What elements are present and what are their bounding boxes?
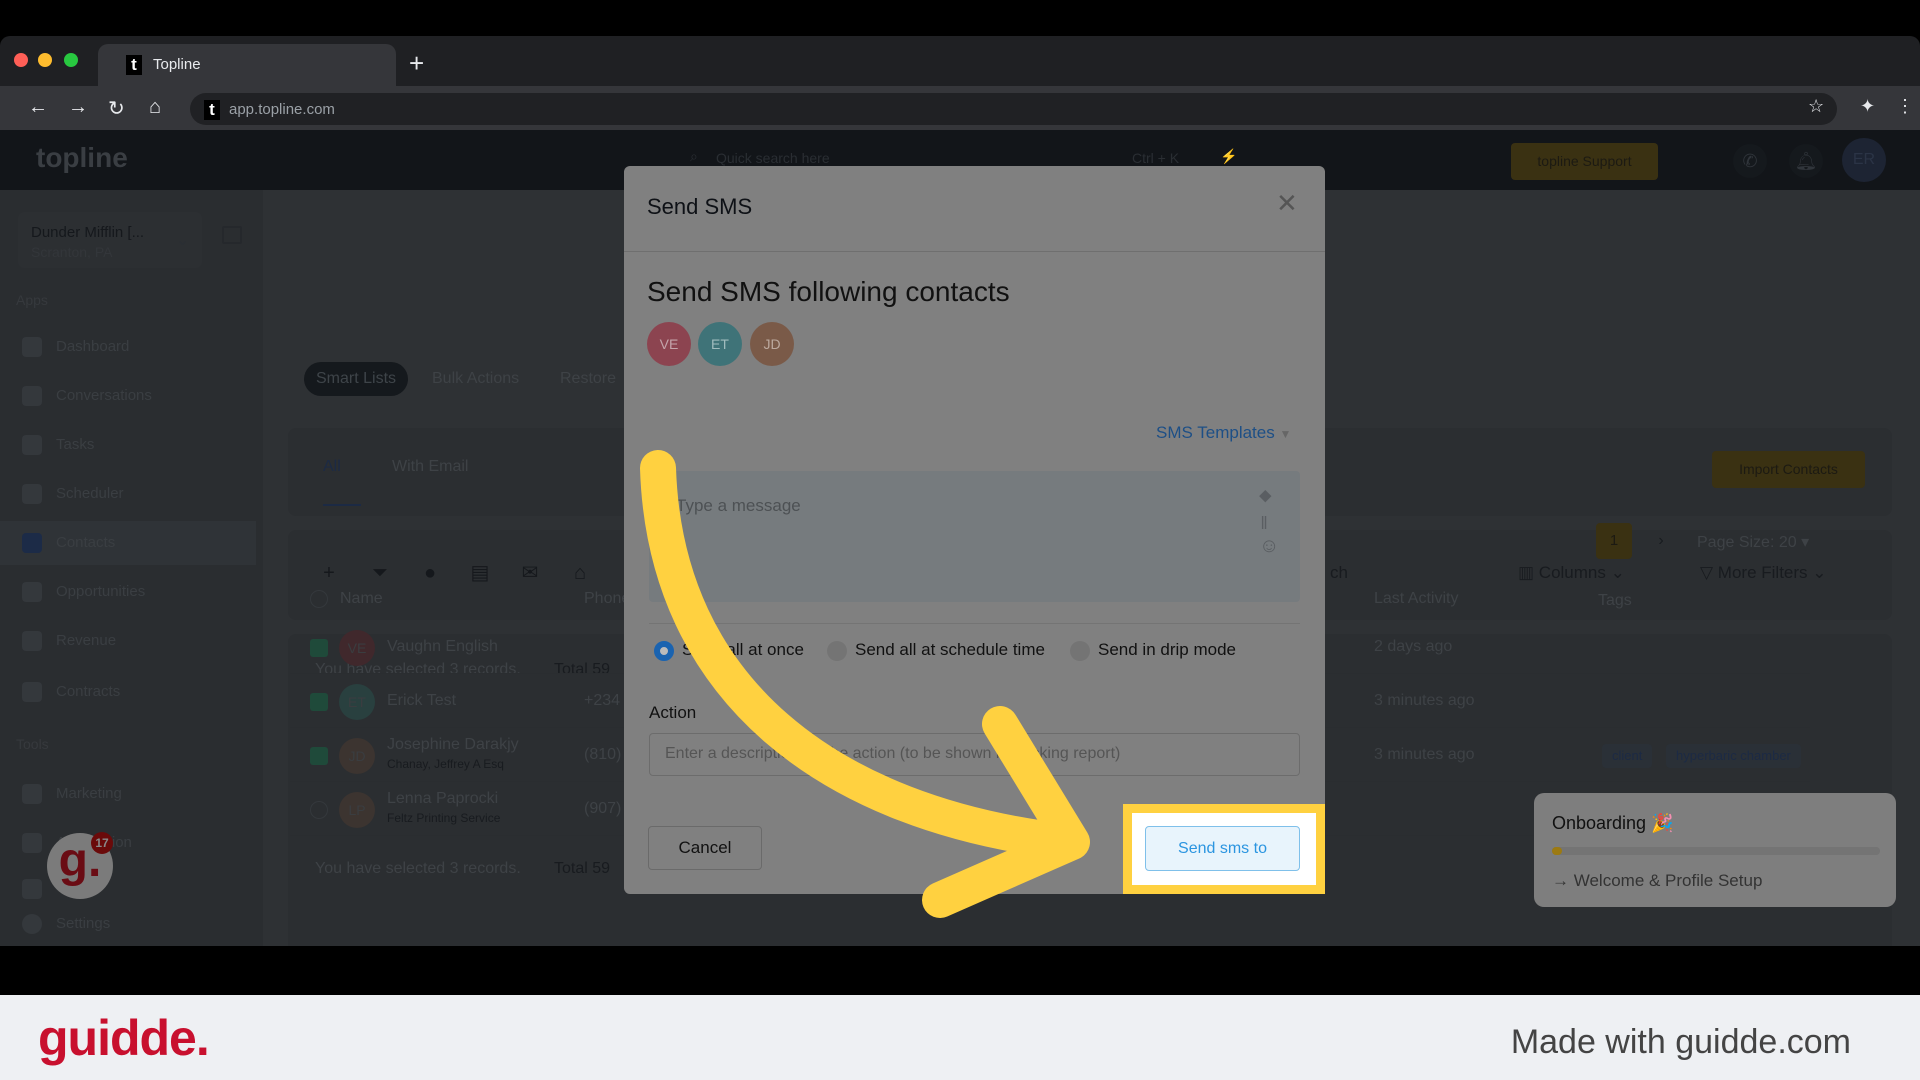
bottom-band	[0, 946, 1920, 995]
made-with-guidde: Made with guidde.com	[1510, 1023, 1851, 1061]
guidde-footer: guidde. Made with guidde.com	[0, 995, 1920, 1080]
pointer-arrow	[640, 450, 1090, 918]
guidde-logo: guidde.	[38, 1010, 210, 1066]
arrow-curve	[640, 450, 1086, 860]
